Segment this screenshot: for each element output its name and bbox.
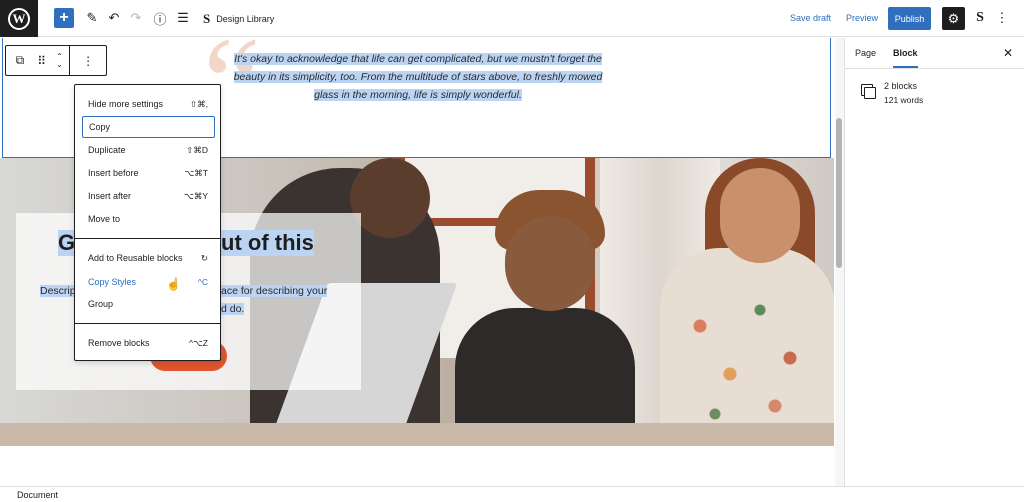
block-type-button[interactable]: ⧉ (6, 46, 34, 75)
sidebar-tabs: Page Block ✕ (845, 38, 1024, 69)
editor-top-bar: W + ✎ ↶ ↷ ⓘ ☰ S Design Library Save draf… (0, 0, 1024, 37)
block-count: 2 blocks (884, 81, 918, 91)
design-library-label: Design Library (216, 14, 275, 24)
wordpress-logo-button[interactable]: W (0, 0, 38, 37)
info-icon: ⓘ (153, 11, 167, 27)
menu-separator (75, 323, 220, 324)
drag-handle[interactable]: ⠿ (34, 46, 50, 75)
menu-item-hide-more-settings[interactable]: Hide more settings ⇧⌘, (82, 93, 215, 115)
hand-cursor-icon: ☝ (166, 277, 181, 291)
undo-button[interactable]: ↶ (104, 8, 124, 28)
menu-item-insert-before[interactable]: Insert before ⌥⌘T (82, 162, 215, 184)
more-vertical-icon: ⋮ (995, 10, 1009, 25)
details-button[interactable]: ⓘ (150, 8, 170, 28)
word-count: 121 words (884, 95, 924, 105)
wordpress-icon: W (8, 7, 30, 30)
hero-description-continued[interactable]: ace for describing your (221, 285, 328, 297)
hero-description-line-2[interactable]: d do. (221, 303, 245, 315)
tab-page[interactable]: Page (855, 48, 876, 58)
menu-item-add-to-reusable-blocks[interactable]: Add to Reusable blocks ↻ (82, 247, 215, 269)
menu-separator (75, 238, 220, 239)
quote-line-3: glass in the morning, life is simply won… (314, 89, 522, 101)
drag-handle-icon: ⠿ (37, 53, 47, 68)
menu-item-remove-blocks[interactable]: Remove blocks ^⌥Z (82, 332, 215, 354)
quote-line-1: It's okay to acknowledge that life can g… (234, 53, 602, 65)
settings-sidebar: Page Block ✕ 2 blocks 121 words (844, 38, 1024, 486)
quote-text[interactable]: It's okay to acknowledge that life can g… (218, 50, 618, 104)
preview-button[interactable]: Preview (846, 13, 878, 23)
pencil-icon: ✎ (86, 10, 98, 25)
tools-button[interactable]: ✎ (82, 8, 102, 28)
list-view-button[interactable]: ☰ (173, 8, 193, 28)
menu-item-duplicate[interactable]: Duplicate ⇧⌘D (82, 139, 215, 161)
options-button[interactable]: ⋮ (995, 8, 1009, 28)
hero-title-continued[interactable]: ut of this (221, 230, 314, 256)
reusable-block-icon: ↻ (200, 252, 208, 263)
publish-button[interactable]: Publish (888, 7, 931, 30)
list-view-icon: ☰ (177, 10, 189, 25)
settings-button[interactable]: ⚙ (942, 7, 965, 30)
menu-item-insert-after[interactable]: Insert after ⌥⌘Y (82, 185, 215, 207)
scrollbar-thumb[interactable] (836, 118, 842, 268)
chevron-down-icon[interactable]: ⌄ (56, 60, 63, 69)
block-toolbar: ⧉ ⠿ ⌃ ⌄ ⋮ (5, 45, 107, 76)
gear-icon: ⚙ (947, 10, 960, 26)
hero-description[interactable]: Descrip (40, 285, 76, 297)
stackable-settings-button[interactable]: S (970, 8, 990, 28)
plus-icon: + (59, 9, 69, 26)
undo-icon: ↶ (108, 10, 120, 25)
menu-item-copy-styles[interactable]: Copy Styles ^C (82, 271, 215, 293)
breadcrumb-footer: Document (0, 486, 1024, 502)
save-draft-button[interactable]: Save draft (790, 13, 831, 23)
redo-icon: ↷ (130, 10, 142, 25)
menu-item-group[interactable]: Group (82, 293, 215, 315)
tab-block[interactable]: Block (893, 48, 918, 68)
add-block-button[interactable]: + (54, 8, 74, 28)
more-vertical-icon: ⋮ (82, 53, 95, 68)
design-library-button[interactable]: S Design Library (203, 11, 274, 27)
breadcrumb-document[interactable]: Document (17, 490, 58, 500)
block-options-menu: Hide more settings ⇧⌘, Copy Duplicate ⇧⌘… (74, 84, 221, 361)
redo-button[interactable]: ↷ (126, 8, 146, 28)
stackable-icon: S (203, 11, 211, 26)
block-options-button[interactable]: ⋮ (70, 46, 106, 75)
menu-item-move-to[interactable]: Move to (82, 208, 215, 230)
quote-line-2: beauty in its simplicity, too. From the … (233, 71, 603, 83)
multiple-blocks-icon: ⧉ (15, 53, 25, 67)
close-sidebar-button[interactable]: ✕ (1003, 46, 1013, 60)
menu-item-copy[interactable]: Copy (82, 116, 215, 138)
move-buttons[interactable]: ⌃ ⌄ (50, 46, 70, 75)
hero-title[interactable]: G (58, 230, 76, 256)
